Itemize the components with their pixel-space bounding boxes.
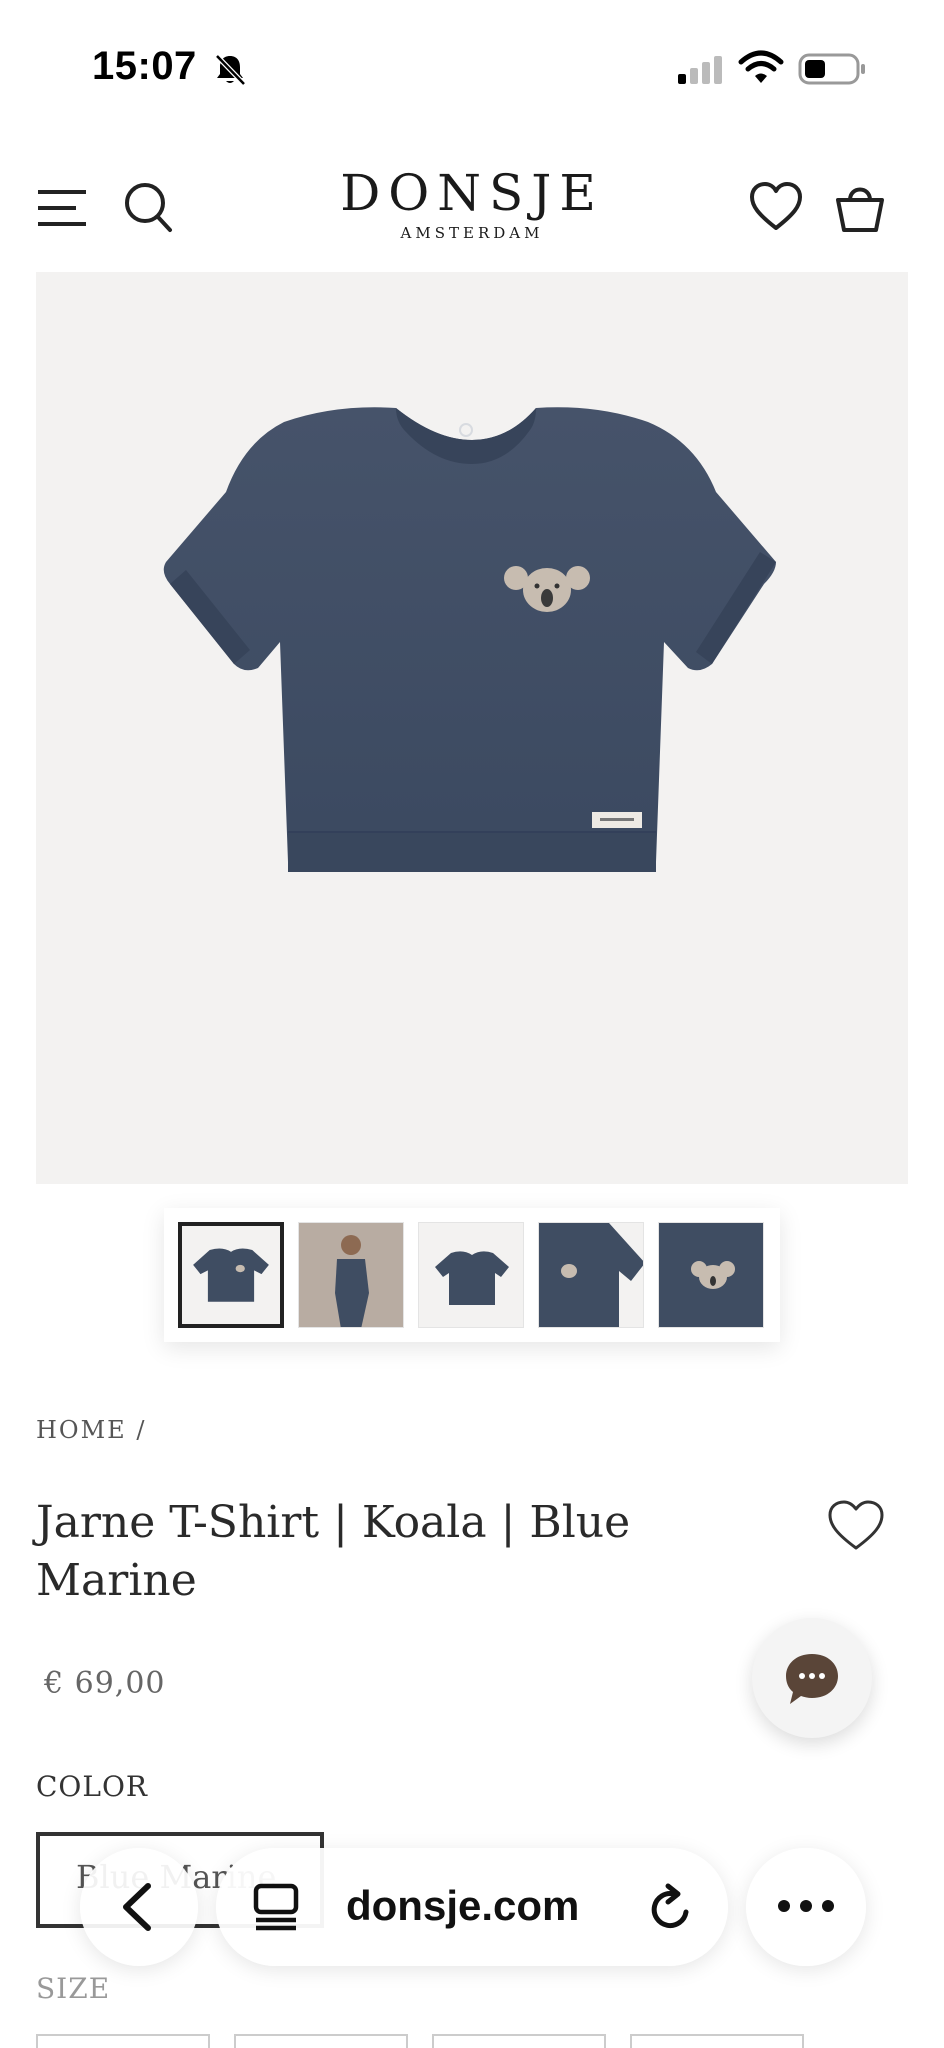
wifi-icon (738, 50, 784, 83)
size-option[interactable] (234, 2034, 408, 2048)
tshirt-image (163, 407, 776, 872)
status-time: 15:07 (92, 44, 197, 88)
signal-icon (678, 56, 722, 84)
brand-subtitle: AMSTERDAM (400, 224, 544, 242)
size-option[interactable] (432, 2034, 606, 2048)
bag-icon[interactable] (834, 178, 886, 236)
menu-icon[interactable] (36, 186, 88, 230)
battery-icon (798, 53, 865, 85)
reload-icon[interactable] (646, 1882, 696, 1934)
size-label: SIZE (36, 1972, 111, 2005)
thumbnail-5[interactable] (658, 1222, 764, 1328)
color-label: COLOR (36, 1770, 149, 1803)
product-price: € 69,00 (44, 1666, 166, 1701)
more-dots-icon (778, 1900, 834, 1912)
breadcrumb[interactable]: HOME / (36, 1416, 146, 1444)
thumbnail-2[interactable] (298, 1222, 404, 1328)
chat-bubble-icon (786, 1654, 838, 1704)
product-title: Jarne T-Shirt | Koala | Blue Marine (36, 1497, 631, 1606)
site-header: DONSJE AMSTERDAM (0, 150, 944, 270)
add-to-wishlist-heart-icon[interactable] (826, 1498, 886, 1554)
thumbnail-4[interactable] (538, 1222, 644, 1328)
search-icon[interactable] (122, 180, 174, 234)
chat-button[interactable] (752, 1618, 872, 1738)
back-button[interactable] (80, 1848, 198, 1966)
thumbnail-1[interactable] (178, 1222, 284, 1328)
brand-logo[interactable]: DONSJE AMSTERDAM (322, 164, 622, 242)
bell-slash-icon (215, 54, 246, 86)
product-hero-image[interactable] (36, 272, 908, 1184)
thumbnail-3[interactable] (418, 1222, 524, 1328)
reader-mode-icon[interactable] (250, 1880, 302, 1934)
status-bar: 15:07 (0, 0, 944, 130)
url-text: donsje.com (346, 1882, 580, 1929)
chevron-left-icon (123, 1883, 151, 1931)
browser-toolbar: donsje.com (0, 1846, 944, 1970)
heart-icon[interactable] (748, 180, 804, 234)
size-options (36, 2034, 916, 2048)
more-options-button[interactable] (746, 1848, 866, 1966)
address-bar[interactable]: donsje.com (216, 1848, 728, 1966)
size-option[interactable] (630, 2034, 804, 2048)
thumbnail-strip (164, 1208, 780, 1342)
brand-name: DONSJE (340, 164, 604, 222)
size-option[interactable] (36, 2034, 210, 2048)
